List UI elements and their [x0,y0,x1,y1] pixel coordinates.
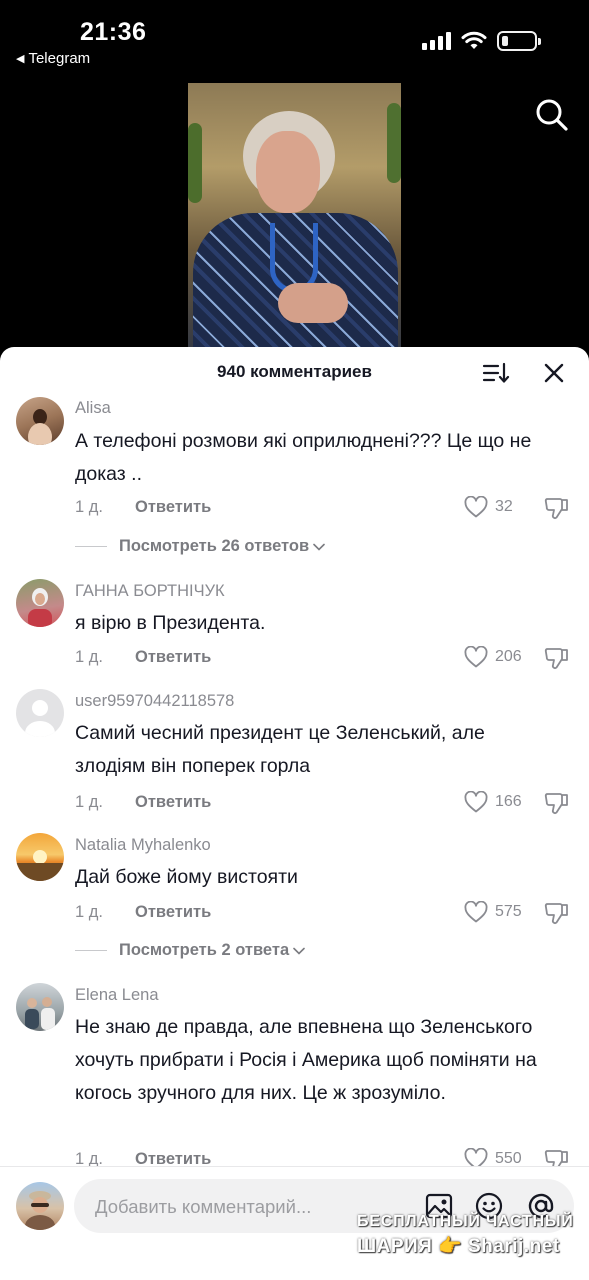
like-count: 166 [495,793,522,810]
heart-icon [464,901,488,923]
watermark-line-1: БЕСПЛАТНЫЙ ЧАСТНЫЙ [357,1213,574,1230]
watermark-line-2: ШАРИЯ 👉 Sharij.net [357,1236,560,1257]
like-button[interactable]: 32 [464,496,513,518]
status-bar: 21:36 ◀ Telegram [0,0,589,80]
dislike-icon[interactable] [544,646,570,670]
dislike-icon[interactable] [544,901,570,925]
comments-header: 940 комментариев [0,347,589,395]
heart-icon [464,646,488,668]
comment-text: я вірю в Президента. [75,612,266,634]
like-count: 206 [495,648,522,665]
close-icon[interactable] [542,361,566,385]
comment-meta: 1 д. Ответить [75,648,211,667]
cellular-signal-icon [422,32,451,50]
view-replies-label: Посмотреть 2 ответа [119,941,290,959]
comment-item: Natalia Myhalenko Дай боже йому вистояти… [0,833,589,969]
wifi-icon [461,31,487,49]
comment-age: 1 д. [75,498,103,516]
sort-icon[interactable] [482,361,510,385]
reply-button[interactable]: Ответить [135,648,211,667]
back-app-label: Telegram [28,50,91,67]
comment-item: ГАННА БОРТНІЧУК я вірю в Президента. 1 д… [0,579,589,689]
status-icons [422,31,541,51]
comment-username[interactable]: Elena Lena [75,986,159,1005]
heart-icon [464,496,488,518]
my-avatar[interactable] [16,1182,64,1230]
watermark: БЕСПЛАТНЫЙ ЧАСТНЫЙ ШАРИЯ 👉 Sharij.net [357,1213,579,1258]
avatar[interactable] [16,689,64,737]
comment-text: А телефоні розмови які оприлюднені??? Це… [75,430,532,485]
comment-item: Alisa А телефоні розмови які оприлюднені… [0,397,589,597]
comment-meta: 1 д. Ответить [75,498,211,517]
dislike-icon[interactable] [544,496,570,520]
reply-button[interactable]: Ответить [135,903,211,922]
comment-meta: 1 д. Ответить [75,903,211,922]
search-icon[interactable] [532,95,572,135]
dislike-icon[interactable] [544,791,570,815]
view-replies-label: Посмотреть 26 ответов [119,537,310,555]
like-button[interactable]: 206 [464,646,522,668]
comment-item: user95970442118578 Самий чесний президен… [0,689,589,829]
avatar[interactable] [16,397,64,445]
like-button[interactable]: 575 [464,901,522,923]
comment-username[interactable]: Alisa [75,399,111,418]
battery-icon [497,31,541,51]
comments-sheet: 940 комментариев Alisa А телефоні розмов… [0,347,589,1280]
heart-icon [464,791,488,813]
reply-button[interactable]: Ответить [135,498,211,517]
comment-age: 1 д. [75,793,103,811]
comment-text: Самий чесний президент це Зеленський, ал… [75,722,485,777]
comment-username[interactable]: user95970442118578 [75,692,234,711]
comment-age: 1 д. [75,903,103,921]
video-preview[interactable] [188,83,401,363]
comment-age: 1 д. [75,648,103,666]
like-count: 575 [495,903,522,920]
comment-item: Elena Lena Не знаю де правда, але впевне… [0,983,589,1183]
chevron-down-icon [293,947,305,955]
chevron-down-icon [313,543,325,551]
avatar[interactable] [16,983,64,1031]
comment-input-placeholder: Добавить комментарий... [95,1196,312,1217]
like-button[interactable]: 166 [464,791,522,813]
comment-username[interactable]: ГАННА БОРТНІЧУК [75,582,225,601]
view-replies-button[interactable]: Посмотреть 26 ответов [75,537,325,556]
back-arrow-icon: ◀ [16,53,25,65]
reply-button[interactable]: Ответить [135,793,211,812]
comment-username[interactable]: Natalia Myhalenko [75,836,211,855]
back-to-telegram-link[interactable]: ◀ Telegram [16,50,90,67]
comment-text: Дай боже йому вистояти [75,866,298,888]
clock: 21:36 [80,18,147,46]
view-replies-button[interactable]: Посмотреть 2 ответа [75,941,305,960]
avatar[interactable] [16,833,64,881]
avatar[interactable] [16,579,64,627]
like-count: 32 [495,498,513,515]
comment-meta: 1 д. Ответить [75,793,211,812]
comment-text: Не знаю де правда, але впевнена що Зелен… [75,1016,537,1104]
